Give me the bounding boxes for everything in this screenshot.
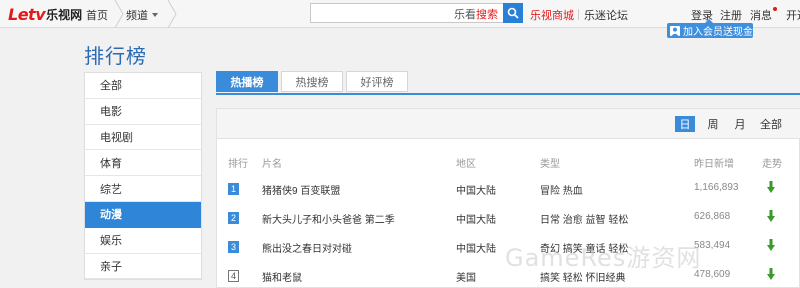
table-row[interactable]: 1 猪猪侠9 百变联盟 中国大陆 冒险 热血 1,166,893 [216,176,800,204]
sidebar-item-parenting[interactable]: 亲子 [85,254,201,280]
sidebar-item-label: 全部 [100,80,122,93]
sidebar-item-tv[interactable]: 电视剧 [85,125,201,151]
search-hint: 乐看搜索 [454,9,498,21]
mall-link[interactable]: 乐视商城 [530,7,574,23]
row-genre: 冒险 热血 [540,186,583,197]
trend-down-icon [767,181,775,193]
logo-cn: 乐视网 [46,7,83,22]
table-row[interactable]: 3 熊出没之春日对对碰 中国大陆 奇幻 搞笑 童话 轻松 583,494 [216,234,800,262]
row-daily-count: 478,609 [694,269,731,280]
period-all[interactable]: 全部 [760,116,782,132]
row-daily-count: 626,868 [694,211,731,222]
register-link[interactable]: 注册 [720,7,742,23]
breadcrumb-separator-icon [167,0,177,28]
row-genre: 奇幻 搞笑 童话 轻松 [540,244,629,255]
sidebar-item-all[interactable]: 全部 [85,73,201,99]
sidebar-item-entertainment[interactable]: 娱乐 [85,228,201,254]
sidebar-item-movie[interactable]: 电影 [85,99,201,125]
tab-hot-search[interactable]: 热搜榜 [281,71,343,92]
messages-link[interactable]: 消息 [750,7,777,23]
tab-hot-play[interactable]: 热播榜 [216,71,278,92]
search-button[interactable] [503,3,523,23]
rank-badge: 3 [228,241,239,253]
sidebar-item-anime[interactable]: 动漫 [85,201,201,228]
sidebar-item-label: 动漫 [100,209,122,222]
chevron-down-icon [152,13,158,17]
logo-latin: Letv [8,4,46,24]
column-header-title: 片名 [262,159,282,170]
breadcrumb-separator-icon [114,0,124,28]
sidebar-item-label: 电影 [100,106,122,119]
row-region: 中国大陆 [456,215,496,226]
sidebar-item-label: 体育 [100,157,122,170]
column-header-region: 地区 [456,159,476,170]
sidebar-item-sports[interactable]: 体育 [85,150,201,177]
row-genre: 搞笑 轻松 怀旧经典 [540,273,626,284]
sidebar-item-variety[interactable]: 综艺 [85,176,201,202]
sidebar-item-label: 娱乐 [100,235,122,248]
sidebar-item-label: 亲子 [100,260,122,273]
rank-badge: 1 [228,183,239,195]
member-promo-badge[interactable]: 加入会员送现金 [667,19,753,38]
site-logo[interactable]: Letv 乐视网 [8,4,83,24]
period-month[interactable]: 月 [734,116,746,132]
rank-badge: 4 [228,270,239,282]
nav-channel-label: 频道 [126,10,148,22]
notification-dot-icon [773,7,777,11]
column-header-rank: 排行 [228,159,248,170]
nav-home-link[interactable]: 首页 [86,7,108,23]
tab-top-rated[interactable]: 好评榜 [346,71,408,92]
row-title-link[interactable]: 猫和老鼠 [262,269,302,284]
open-membership-link[interactable]: 开通 [786,7,800,23]
forum-link[interactable]: 乐迷论坛 [584,7,628,23]
trend-down-icon [767,239,775,251]
sidebar-item-label: 综艺 [100,183,122,196]
row-genre: 日常 治愈 益智 轻松 [540,215,629,226]
period-filter-bar: 日 周 月 全部 [217,109,800,139]
row-region: 美国 [456,273,476,284]
column-header-trend: 走势 [762,159,782,170]
rank-badge: 2 [228,212,239,224]
row-title-link[interactable]: 猪猪侠9 百变联盟 [262,182,340,197]
column-header-daily: 昨日新增 [694,159,734,170]
table-row[interactable]: 4 猫和老鼠 美国 搞笑 轻松 怀旧经典 478,609 [216,263,800,288]
trend-down-icon [767,268,775,280]
row-daily-count: 1,166,893 [694,182,739,193]
search-icon [507,7,519,19]
sidebar-item-label: 电视剧 [100,131,133,144]
divider [578,9,579,20]
page-title: 排行榜 [84,44,147,68]
messages-label: 消息 [750,10,772,22]
user-icon [670,25,680,36]
period-day[interactable]: 日 [675,116,695,132]
column-header-genre: 类型 [540,159,560,170]
period-week[interactable]: 周 [707,116,719,132]
category-sidebar: 全部 电影 电视剧 体育 综艺 动漫 娱乐 亲子 [84,72,202,281]
nav-channel-dropdown[interactable]: 频道 [126,7,158,23]
row-title-link[interactable]: 新大头儿子和小头爸爸 第二季 [262,211,395,226]
tab-underline [216,93,800,95]
row-region: 中国大陆 [456,244,496,255]
row-region: 中国大陆 [456,186,496,197]
row-daily-count: 583,494 [694,240,731,251]
row-title-link[interactable]: 熊出没之春日对对碰 [262,240,352,255]
promo-label: 加入会员送现金 [683,27,753,38]
ranking-tabs: 热播榜 热搜榜 好评榜 [216,71,408,93]
table-row[interactable]: 2 新大头儿子和小头爸爸 第二季 中国大陆 日常 治愈 益智 轻松 626,86… [216,205,800,233]
trend-down-icon [767,210,775,222]
